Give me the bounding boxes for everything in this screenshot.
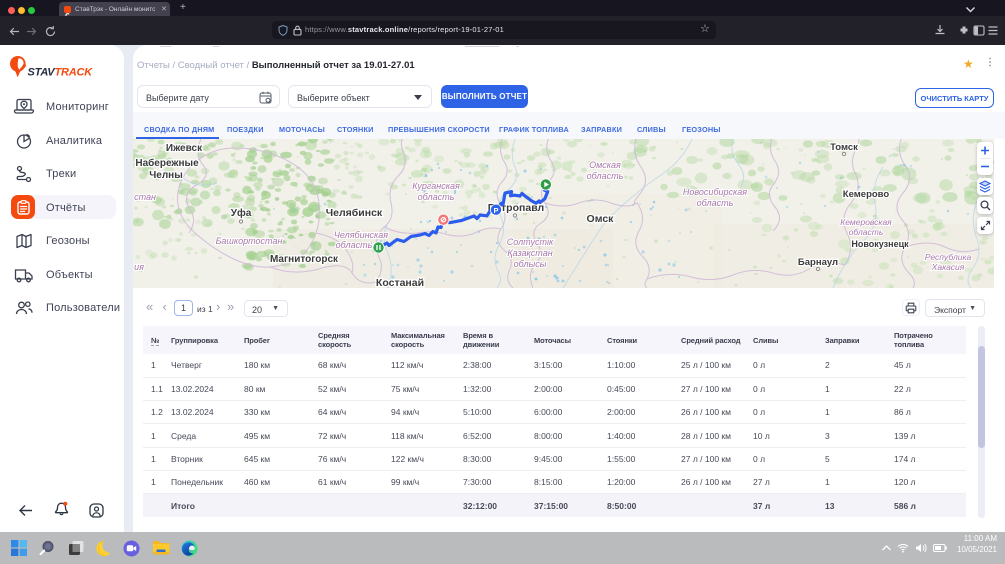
svg-text:Челны: Челны — [149, 170, 183, 181]
svg-text:Кемерово: Кемерово — [843, 189, 890, 200]
svg-text:STAV: STAV — [28, 67, 57, 79]
svg-text:Костанай: Костанай — [376, 277, 424, 288]
svg-text:Челябинск: Челябинск — [326, 207, 383, 219]
svg-text:Набережные: Набережные — [135, 157, 199, 169]
svg-text:Кемеровская: Кемеровская — [840, 217, 892, 227]
svg-text:Башкортостан: Башкортостан — [216, 236, 283, 246]
svg-text:Уфа: Уфа — [231, 207, 252, 219]
svg-text:Курганская: Курганская — [412, 181, 460, 191]
svg-text:Челябинская: Челябинская — [334, 230, 388, 240]
svg-text:Омская: Омская — [589, 160, 621, 170]
svg-text:область: область — [336, 240, 373, 250]
svg-text:Республика: Республика — [925, 252, 972, 262]
svg-text:ия: ия — [134, 262, 144, 272]
svg-text:Барнаул: Барнаул — [798, 257, 838, 268]
svg-text:Новокузнецк: Новокузнецк — [851, 239, 909, 249]
svg-text:Магнитогорск: Магнитогорск — [270, 254, 339, 265]
svg-text:Қазақстан: Қазақстан — [507, 248, 552, 258]
svg-text:область: область — [849, 227, 884, 237]
svg-text:стан: стан — [134, 192, 156, 202]
svg-text:облысы: облысы — [514, 259, 547, 269]
svg-text:область: область — [697, 198, 734, 208]
svg-text:Хакасия: Хакасия — [931, 262, 965, 272]
svg-text:Томск: Томск — [830, 142, 858, 153]
svg-text:P: P — [493, 206, 498, 215]
svg-text:область: область — [587, 171, 624, 181]
svg-text:Омск: Омск — [587, 213, 615, 225]
svg-text:область: область — [418, 192, 455, 202]
svg-text:TRACK: TRACK — [55, 67, 94, 79]
svg-text:Ижевск: Ижевск — [166, 143, 203, 154]
svg-text:Новосибирская: Новосибирская — [683, 187, 747, 197]
svg-text:Солтустік: Солтустік — [507, 237, 554, 247]
